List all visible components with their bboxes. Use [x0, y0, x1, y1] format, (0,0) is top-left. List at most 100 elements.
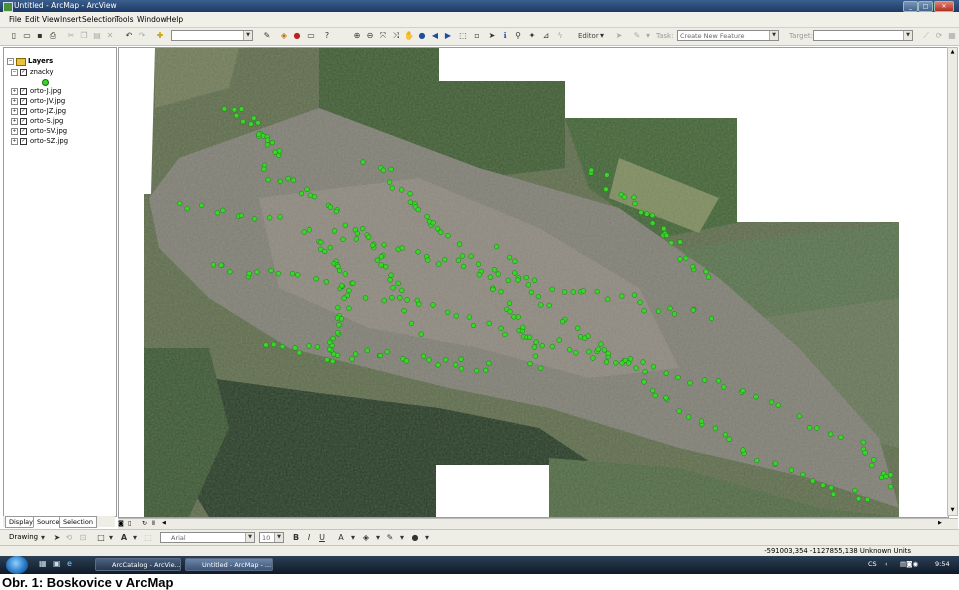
- identify-icon[interactable]: ℹ: [500, 31, 510, 41]
- editor-toolbar-icon[interactable]: ✎: [262, 31, 272, 41]
- menu-insert[interactable]: Insert: [60, 15, 82, 24]
- menu-file[interactable]: File: [9, 15, 22, 24]
- new-icon[interactable]: ▯: [9, 31, 19, 41]
- drawing-menu[interactable]: Drawing: [9, 533, 38, 541]
- attributes-icon[interactable]: ▦: [947, 31, 957, 41]
- menu-edit[interactable]: Edit: [25, 15, 40, 24]
- collapse-icon[interactable]: −: [11, 69, 18, 76]
- scroll-left-icon[interactable]: ◀: [162, 520, 166, 526]
- pause-icon[interactable]: Ⅱ: [152, 520, 155, 527]
- expand-icon[interactable]: +: [11, 138, 18, 145]
- rotate-tool-icon[interactable]: ⟳: [934, 31, 944, 41]
- toc-layer-row[interactable]: + ✓ orto-SV.jpg: [4, 127, 114, 136]
- layer-visibility-checkbox[interactable]: ✓: [20, 138, 27, 145]
- zoom-in-icon[interactable]: ⊕: [352, 31, 362, 41]
- go-to-xy-icon[interactable]: ✦: [527, 31, 537, 41]
- layer-visibility-checkbox[interactable]: ✓: [20, 88, 27, 95]
- expand-icon[interactable]: +: [11, 128, 18, 135]
- tab-selection[interactable]: Selection: [59, 516, 97, 528]
- font-combo[interactable]: Arial ▼: [160, 532, 255, 543]
- zoom-out-icon[interactable]: ⊖: [365, 31, 375, 41]
- print-icon[interactable]: ⎙: [48, 31, 58, 41]
- sketch-dropdown-icon[interactable]: ▾: [643, 31, 653, 41]
- select-elements-icon[interactable]: ➤: [487, 31, 497, 41]
- zoom-whole-page-icon[interactable]: ⊡: [78, 533, 88, 543]
- toc-layer-row[interactable]: + ✓ orto-SZ.jpg: [4, 137, 114, 146]
- whats-this-icon[interactable]: ?: [322, 31, 332, 41]
- hyperlink-icon[interactable]: ϟ: [555, 31, 565, 41]
- fixed-zoom-out-icon[interactable]: ⤨: [391, 31, 401, 41]
- editor-dropdown-icon[interactable]: ▾: [597, 31, 607, 41]
- map-display[interactable]: [118, 47, 949, 518]
- delete-icon[interactable]: ✕: [105, 31, 115, 41]
- back-extent-icon[interactable]: ◀: [430, 31, 440, 41]
- toc-root-layers[interactable]: − Layers: [4, 57, 114, 66]
- text-dropdown-icon[interactable]: ▾: [130, 533, 140, 543]
- explorer-icon[interactable]: ▣: [53, 559, 61, 568]
- paste-icon[interactable]: ▤: [92, 31, 102, 41]
- menu-selection[interactable]: Selection: [82, 15, 117, 24]
- split-tool-icon[interactable]: ⟋: [921, 31, 931, 41]
- select-elements-icon-2[interactable]: ➤: [52, 533, 62, 543]
- edit-vertices-icon[interactable]: ⬚: [143, 533, 153, 543]
- rectangle-icon[interactable]: □: [96, 533, 106, 543]
- tray-icons[interactable]: ▤◙◉: [900, 560, 918, 568]
- redo-icon[interactable]: ↷: [137, 31, 147, 41]
- undo-icon[interactable]: ↶: [124, 31, 134, 41]
- menu-tools[interactable]: Tools: [115, 15, 133, 24]
- save-icon[interactable]: ▪: [35, 31, 45, 41]
- menu-window[interactable]: Window: [137, 15, 167, 24]
- layer-visibility-checkbox[interactable]: ✓: [20, 69, 27, 76]
- layer-visibility-checkbox[interactable]: ✓: [20, 98, 27, 105]
- menu-help[interactable]: Help: [166, 15, 183, 24]
- toc-layer-row[interactable]: + ✓ orto-S.jpg: [4, 117, 114, 126]
- select-features-icon[interactable]: ⬚: [458, 31, 468, 41]
- font-size-combo[interactable]: 10 ▼: [259, 532, 284, 543]
- map-canvas[interactable]: [119, 48, 948, 517]
- collapse-icon[interactable]: −: [7, 58, 14, 65]
- full-extent-icon[interactable]: ●: [417, 31, 427, 41]
- underline-button[interactable]: U: [317, 533, 327, 543]
- fill-color-icon[interactable]: ◈: [361, 533, 371, 543]
- layer-visibility-checkbox[interactable]: ✓: [20, 128, 27, 135]
- expand-icon[interactable]: +: [11, 88, 18, 95]
- line-color-icon[interactable]: ✎: [385, 533, 395, 543]
- find-icon[interactable]: ⚲: [513, 31, 523, 41]
- data-view-icon[interactable]: ▯: [128, 520, 131, 527]
- text-tool-icon[interactable]: A: [119, 533, 129, 543]
- layer-visibility-checkbox[interactable]: ✓: [20, 118, 27, 125]
- taskbar-arccatalog[interactable]: ArcCatalog - ArcVie...: [95, 558, 181, 571]
- marker-color-dropdown-icon[interactable]: ▾: [422, 533, 432, 543]
- drawing-dropdown-icon[interactable]: ▾: [38, 533, 48, 543]
- marker-color-icon[interactable]: ●: [410, 533, 420, 543]
- toc-layer-row[interactable]: + ✓ orto-J.jpg: [4, 87, 114, 96]
- font-color-dropdown-icon[interactable]: ▾: [348, 533, 358, 543]
- map-scale-combo[interactable]: ▼: [171, 30, 253, 41]
- editor-menu[interactable]: Editor: [578, 32, 599, 40]
- fill-color-dropdown-icon[interactable]: ▾: [373, 533, 383, 543]
- target-combo[interactable]: ▼: [813, 30, 913, 41]
- taskbar-arcmap[interactable]: Untitled - ArcMap - ...: [185, 558, 273, 571]
- internet-explorer-icon[interactable]: e: [67, 559, 72, 568]
- add-data-icon[interactable]: ✚: [155, 31, 165, 41]
- toc-layer-row[interactable]: + ✓ orto-JV.jpg: [4, 97, 114, 106]
- expand-icon[interactable]: +: [11, 118, 18, 125]
- line-color-dropdown-icon[interactable]: ▾: [397, 533, 407, 543]
- command-line-icon[interactable]: ▭: [306, 31, 316, 41]
- toc-layer-row[interactable]: − ✓ znacky: [4, 68, 114, 77]
- start-button[interactable]: [6, 556, 28, 574]
- rotate-icon[interactable]: ⟲: [64, 533, 74, 543]
- menu-view[interactable]: View: [42, 15, 60, 24]
- arctoolbox-icon[interactable]: ◈: [279, 31, 289, 41]
- rectangle-dropdown-icon[interactable]: ▾: [106, 533, 116, 543]
- toc-layer-row[interactable]: + ✓ orto-JZ.jpg: [4, 107, 114, 116]
- open-icon[interactable]: ▭: [22, 31, 32, 41]
- map-vertical-scrollbar[interactable]: ▲ ▼: [947, 47, 958, 516]
- clear-selection-icon[interactable]: ▫: [472, 31, 482, 41]
- font-color-icon[interactable]: A: [336, 533, 346, 543]
- close-button[interactable]: ✕: [934, 1, 954, 12]
- language-indicator[interactable]: CS: [868, 560, 877, 568]
- pan-icon[interactable]: ✋: [404, 31, 414, 41]
- expand-icon[interactable]: +: [11, 108, 18, 115]
- minimize-button[interactable]: _: [903, 1, 918, 12]
